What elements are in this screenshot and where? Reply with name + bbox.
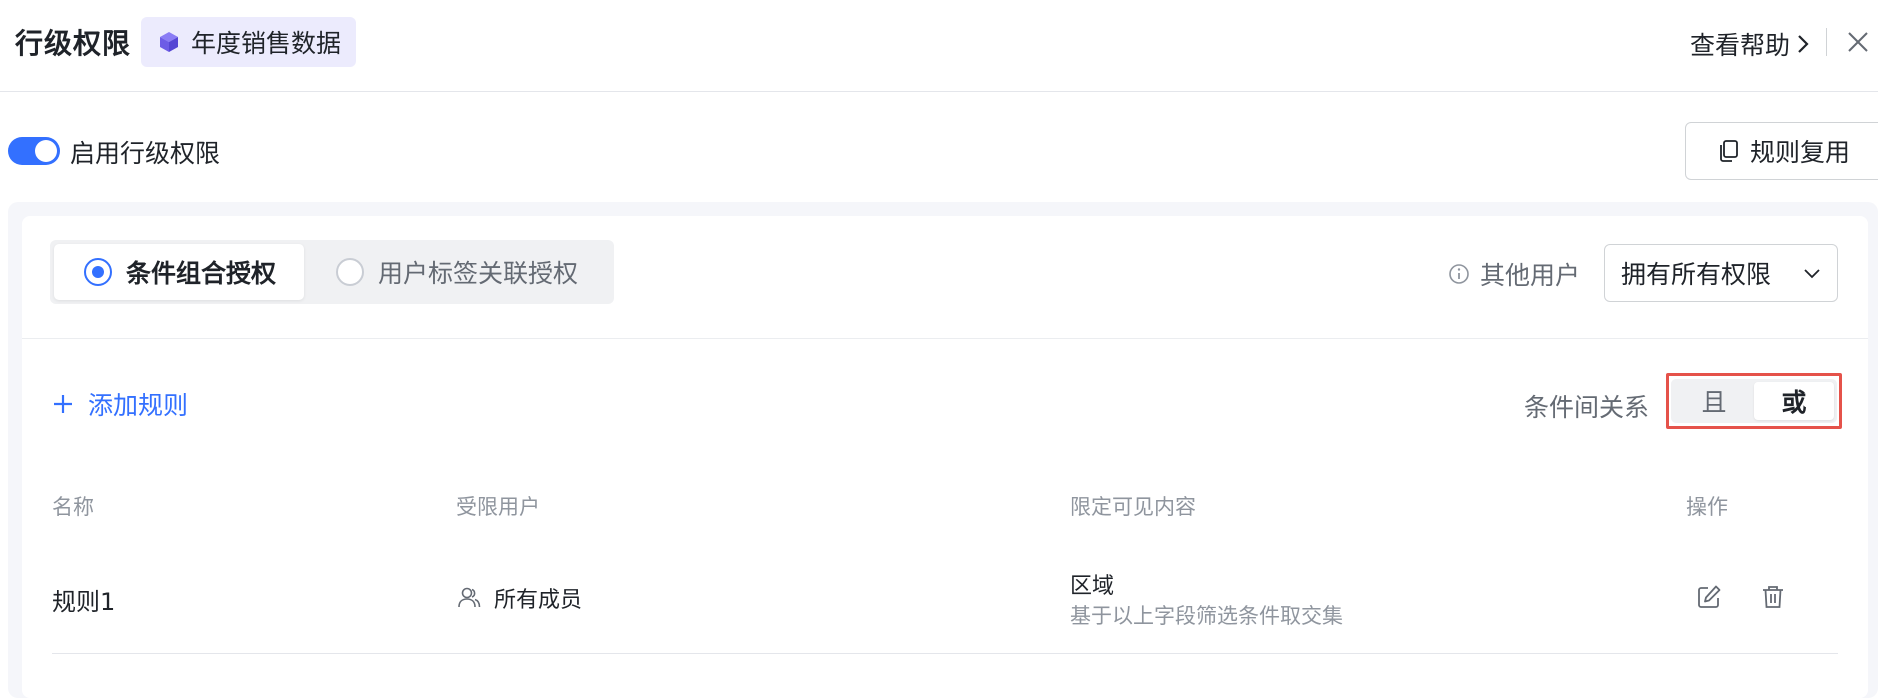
add-rule-button[interactable]: 添加规则 (52, 386, 188, 422)
user-group-icon (458, 587, 481, 608)
auth-mode-user-tag-label: 用户标签关联授权 (378, 259, 579, 288)
cube-icon (160, 32, 178, 52)
help-link[interactable]: 查看帮助 (1690, 26, 1810, 62)
edit-icon[interactable] (1695, 583, 1723, 611)
header: 行级权限 年度销售数据 查看帮助 (0, 0, 1878, 92)
rule-reuse-button[interactable]: 规则复用 (1685, 122, 1878, 180)
chevron-down-icon (1804, 269, 1820, 279)
dataset-tag: 年度销售数据 (141, 17, 356, 67)
header-divider (1826, 28, 1827, 56)
info-icon[interactable] (1448, 263, 1470, 285)
add-rule-label: 添加规则 (88, 391, 189, 420)
radio-unselected-icon (336, 258, 364, 286)
auth-mode-selector: 条件组合授权 用户标签关联授权 (50, 240, 614, 304)
column-header-name: 名称 (52, 495, 94, 519)
column-header-content: 限定可见内容 (1070, 495, 1196, 519)
panel-divider (22, 338, 1868, 339)
column-header-users: 受限用户 (456, 495, 540, 519)
auth-mode-user-tag[interactable]: 用户标签关联授权 (336, 244, 612, 300)
dataset-name: 年度销售数据 (191, 29, 342, 58)
enable-toggle[interactable] (8, 137, 60, 165)
other-users-label-group: 其他用户 (1448, 256, 1580, 292)
other-users-label: 其他用户 (1480, 261, 1581, 290)
visible-content-field: 区域 (1070, 574, 1115, 599)
rule-name: 规则1 (52, 588, 116, 616)
relation-and-option[interactable]: 且 (1674, 382, 1754, 420)
auth-mode-condition-label: 条件组合授权 (126, 259, 277, 288)
permission-select-value: 拥有所有权限 (1621, 260, 1772, 289)
help-label: 查看帮助 (1690, 31, 1791, 60)
relation-or-option[interactable]: 或 (1754, 382, 1834, 420)
visible-content-description: 基于以上字段筛选条件取交集 (1070, 604, 1343, 628)
copy-icon (1720, 140, 1738, 162)
toggle-knob (35, 140, 57, 162)
condition-relation-label: 条件间关系 (1524, 393, 1650, 422)
restricted-users-label: 所有成员 (494, 588, 583, 613)
plus-icon (54, 395, 72, 413)
chevron-right-icon (1798, 35, 1809, 53)
table-row-divider (52, 653, 1838, 654)
trash-icon[interactable] (1759, 583, 1787, 611)
radio-selected-icon (84, 258, 112, 286)
page-title: 行级权限 (15, 27, 132, 60)
column-header-actions: 操作 (1686, 495, 1728, 519)
other-users-permission-select[interactable]: 拥有所有权限 (1604, 244, 1838, 302)
auth-mode-condition[interactable]: 条件组合授权 (54, 244, 304, 300)
close-icon[interactable] (1846, 30, 1870, 54)
restricted-users: 所有成员 (456, 582, 582, 614)
condition-relation-selector: 且 或 (1671, 379, 1837, 423)
rule-reuse-label: 规则复用 (1750, 138, 1851, 167)
enable-toggle-label: 启用行级权限 (70, 139, 221, 168)
